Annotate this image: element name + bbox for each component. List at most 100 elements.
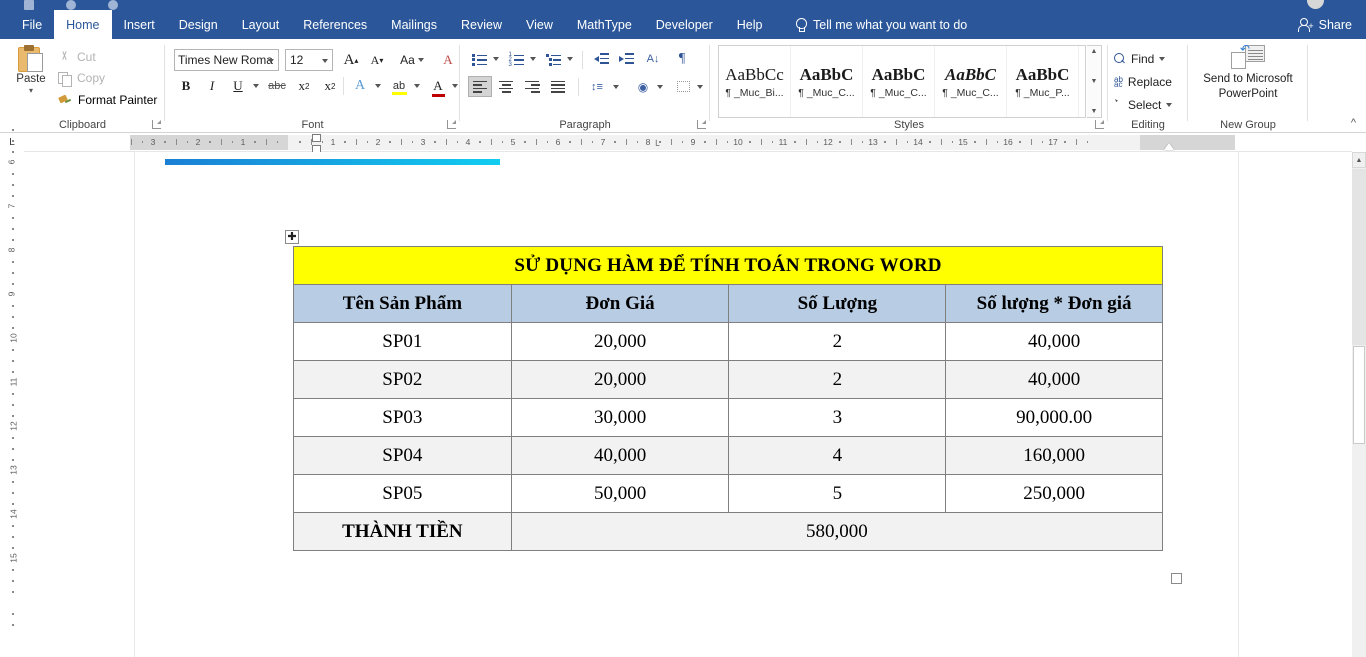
vertical-scrollbar[interactable]: ▲ bbox=[1352, 152, 1366, 657]
table-row[interactable]: SỬ DỤNG HÀM ĐỂ TÍNH TOÁN TRONG WORD bbox=[293, 246, 1163, 285]
bullets-button[interactable] bbox=[468, 49, 490, 69]
font-dialog-launcher[interactable] bbox=[447, 120, 456, 129]
underline-options-button[interactable] bbox=[249, 75, 263, 97]
shrink-font-button[interactable]: A ▾ bbox=[365, 49, 389, 71]
style-item-4[interactable]: AaBbC ¶ _Muc_P... bbox=[1007, 46, 1079, 117]
shading-button[interactable]: ◉ bbox=[632, 76, 654, 97]
table-data-cell[interactable]: 90,000.00 bbox=[945, 398, 1163, 437]
table-data-cell[interactable]: 5 bbox=[728, 474, 947, 513]
ribbon-tab-layout[interactable]: Layout bbox=[230, 10, 292, 39]
style-item-0[interactable]: AaBbCс ¶ _Muc_Bi... bbox=[719, 46, 791, 117]
cut-button[interactable]: Cut bbox=[58, 47, 96, 67]
table-row[interactable]: THÀNH TIỀN 580,000 bbox=[293, 512, 1164, 551]
table-data-cell[interactable]: 2 bbox=[728, 322, 947, 361]
send-to-powerpoint-button[interactable]: ↶ Send to Microsoft PowerPoint bbox=[1188, 42, 1308, 101]
document-page[interactable]: ✚ SỬ DỤNG HÀM ĐỂ TÍNH TOÁN TRONG WORD Tên… bbox=[134, 152, 1239, 657]
chevron-down-icon[interactable] bbox=[1166, 103, 1173, 107]
borders-options-button[interactable] bbox=[694, 76, 706, 97]
ribbon-tab-help[interactable]: Help bbox=[725, 10, 775, 39]
collapse-ribbon-button[interactable]: ^ bbox=[1351, 117, 1356, 129]
table-data-cell[interactable]: SP01 bbox=[293, 322, 512, 361]
first-line-indent-marker[interactable] bbox=[312, 134, 321, 142]
styles-scroll-up-icon[interactable]: ▲ bbox=[1091, 48, 1098, 55]
tab-stop-selector[interactable]: L bbox=[0, 133, 24, 152]
ribbon-tab-references[interactable]: References bbox=[291, 10, 379, 39]
italic-button[interactable]: I bbox=[200, 75, 224, 97]
vertical-ruler[interactable]: 6 7 8 9 10 11 12 13 14 15 bbox=[0, 129, 24, 657]
styles-dialog-launcher[interactable] bbox=[1095, 120, 1104, 129]
subscript-button[interactable]: x2 bbox=[292, 75, 316, 97]
find-button[interactable]: Find bbox=[1114, 49, 1166, 69]
replace-button[interactable]: ab ac Replace bbox=[1114, 72, 1172, 92]
font-name-input[interactable]: Times New Roma bbox=[174, 49, 279, 71]
decrease-indent-button[interactable] bbox=[590, 49, 612, 69]
paste-button[interactable]: Paste ▾ bbox=[10, 43, 52, 111]
horizontal-ruler[interactable]: L 3 2 1 1 2 3 4 5 6 7 8 9 10 11 12 13 14 15 16 17 └ bbox=[0, 133, 1352, 153]
table-data-cell[interactable]: 250,000 bbox=[945, 474, 1163, 513]
table-header-cell[interactable]: Số Lượng bbox=[728, 284, 947, 323]
numbering-button[interactable]: 1 2 3 bbox=[505, 49, 527, 69]
scrollbar-track[interactable] bbox=[1352, 169, 1366, 345]
share-button[interactable]: + Share bbox=[1297, 10, 1352, 39]
table-row[interactable]: SP05 50,000 5 250,000 bbox=[293, 474, 1163, 513]
text-effects-options-button[interactable] bbox=[371, 75, 385, 97]
table-row[interactable]: Tên Sản Phẩm Đơn Giá Số Lượng Số lượng * Đơ… bbox=[293, 284, 1163, 323]
save-icon[interactable] bbox=[24, 0, 34, 10]
style-item-1[interactable]: AaBbC ¶ _Muc_C... bbox=[791, 46, 863, 117]
table-data-cell[interactable]: 40,000 bbox=[945, 360, 1163, 399]
table-data-cell[interactable]: SP05 bbox=[293, 474, 512, 513]
table-data-cell[interactable]: 20,000 bbox=[510, 360, 730, 399]
table-data-cell[interactable]: 50,000 bbox=[510, 474, 730, 513]
highlight-options-button[interactable] bbox=[410, 75, 424, 97]
table-move-handle[interactable]: ✚ bbox=[285, 230, 299, 244]
ribbon-tab-view[interactable]: View bbox=[514, 10, 565, 39]
table-data-cell[interactable]: 20,000 bbox=[510, 322, 730, 361]
chevron-down-icon[interactable] bbox=[322, 59, 328, 63]
align-right-button[interactable] bbox=[520, 76, 544, 97]
font-size-input[interactable]: 12 bbox=[285, 49, 333, 71]
show-formatting-marks-button[interactable]: ¶ bbox=[672, 49, 692, 69]
format-painter-button[interactable]: Format Painter bbox=[58, 90, 157, 110]
table-data-cell[interactable]: 3 bbox=[728, 398, 947, 437]
font-color-button[interactable]: A bbox=[426, 75, 450, 97]
increase-indent-button[interactable] bbox=[615, 49, 637, 69]
ribbon-tab-review[interactable]: Review bbox=[449, 10, 514, 39]
strikethrough-button[interactable]: abc bbox=[264, 75, 290, 97]
shading-options-button[interactable] bbox=[654, 76, 666, 97]
table-data-cell[interactable]: SP03 bbox=[293, 398, 512, 437]
redo-icon[interactable] bbox=[108, 0, 118, 10]
ribbon-tab-home[interactable]: Home bbox=[54, 10, 112, 39]
table-data-cell[interactable]: 4 bbox=[728, 436, 947, 475]
line-spacing-button[interactable]: ↕≡ bbox=[586, 76, 608, 97]
chevron-down-icon[interactable]: ▾ bbox=[29, 86, 33, 95]
document-canvas[interactable]: ✚ SỬ DỤNG HÀM ĐỂ TÍNH TOÁN TRONG WORD Tên… bbox=[24, 152, 1352, 657]
table-row[interactable]: SP01 20,000 2 40,000 bbox=[293, 322, 1163, 361]
table-title-cell[interactable]: SỬ DỤNG HÀM ĐỂ TÍNH TOÁN TRONG WORD bbox=[293, 246, 1163, 285]
ribbon-tab-mathtype[interactable]: MathType bbox=[565, 10, 644, 39]
table-data-cell[interactable]: 40,000 bbox=[945, 322, 1163, 361]
styles-scroll-down-icon[interactable]: ▼ bbox=[1091, 78, 1098, 85]
style-item-3[interactable]: AaBbC ¶ _Muc_C... bbox=[935, 46, 1007, 117]
chevron-down-icon[interactable] bbox=[268, 59, 274, 63]
paragraph-dialog-launcher[interactable] bbox=[697, 120, 706, 129]
numbering-options-button[interactable] bbox=[527, 49, 539, 69]
table-total-value-cell[interactable]: 580,000 bbox=[510, 512, 1164, 551]
underline-button[interactable]: U bbox=[226, 75, 250, 97]
scrollbar-thumb[interactable] bbox=[1353, 346, 1365, 444]
ribbon-tab-mailings[interactable]: Mailings bbox=[379, 10, 449, 39]
borders-button[interactable] bbox=[672, 76, 694, 97]
ribbon-tab-developer[interactable]: Developer bbox=[644, 10, 725, 39]
table-data-cell[interactable]: SP02 bbox=[293, 360, 512, 399]
text-effects-button[interactable]: A bbox=[348, 75, 372, 97]
table-row[interactable]: SP04 40,000 4 160,000 bbox=[293, 436, 1163, 475]
account-avatar[interactable] bbox=[1307, 0, 1324, 9]
clipboard-dialog-launcher[interactable] bbox=[152, 120, 161, 129]
change-case-button[interactable]: Aa bbox=[393, 49, 431, 71]
chevron-down-icon[interactable] bbox=[417, 58, 424, 62]
table-resize-handle[interactable] bbox=[1171, 573, 1182, 584]
grow-font-button[interactable]: A ▴ bbox=[339, 49, 363, 71]
copy-button[interactable]: Copy bbox=[58, 68, 105, 88]
scroll-up-button[interactable]: ▲ bbox=[1352, 152, 1366, 168]
line-spacing-options-button[interactable] bbox=[610, 76, 622, 97]
styles-gallery[interactable]: AaBbCс ¶ _Muc_Bi... AaBbC ¶ _Muc_C... AaBbC ¶… bbox=[718, 45, 1086, 118]
